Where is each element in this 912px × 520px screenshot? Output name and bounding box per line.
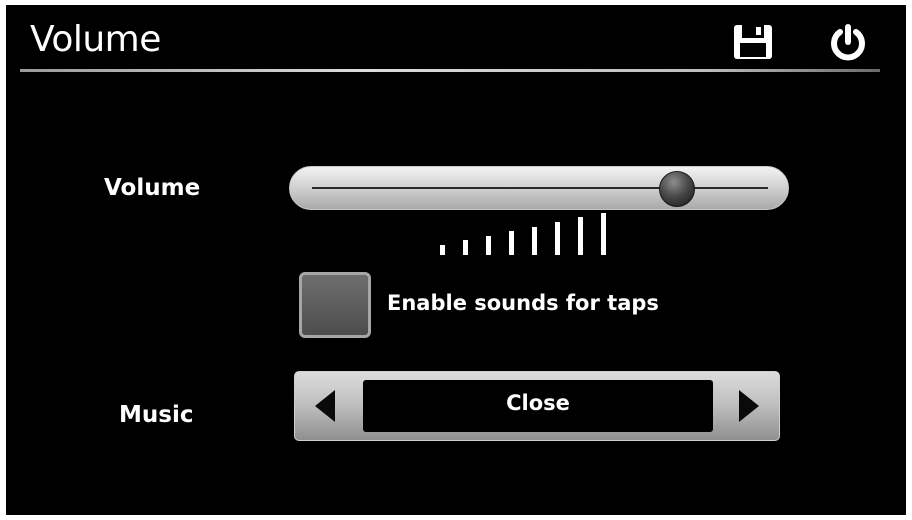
volume-level-bar — [532, 226, 537, 255]
enable-tap-sounds-label: Enable sounds for taps — [387, 291, 659, 315]
page-title: Volume — [30, 19, 161, 60]
volume-level-bar — [440, 245, 445, 255]
volume-level-bar — [463, 240, 468, 255]
save-button[interactable] — [732, 23, 776, 63]
volume-level-bar — [601, 212, 606, 255]
music-selected-value: Close — [363, 380, 713, 432]
header-divider — [20, 69, 880, 72]
volume-slider-thumb[interactable] — [658, 171, 695, 207]
save-icon — [734, 25, 772, 59]
music-previous-button[interactable] — [295, 372, 353, 440]
power-button[interactable] — [826, 23, 870, 63]
volume-slider-track — [312, 187, 768, 189]
volume-slider[interactable] — [289, 166, 789, 210]
volume-level-bar — [509, 231, 514, 255]
volume-level-bar — [486, 235, 491, 255]
volume-settings-screen: Volume Volume Enable sounds for taps Mus… — [6, 5, 906, 515]
volume-level-indicator — [436, 211, 616, 255]
music-next-button[interactable] — [721, 372, 779, 440]
header-bar: Volume — [6, 5, 906, 75]
volume-level-bar — [555, 222, 560, 255]
volume-label: Volume — [104, 175, 201, 201]
power-icon — [831, 24, 865, 61]
enable-tap-sounds-checkbox[interactable] — [299, 272, 371, 338]
music-label: Music — [119, 402, 194, 428]
volume-level-bar — [578, 217, 583, 255]
music-selector: Close — [294, 371, 780, 441]
